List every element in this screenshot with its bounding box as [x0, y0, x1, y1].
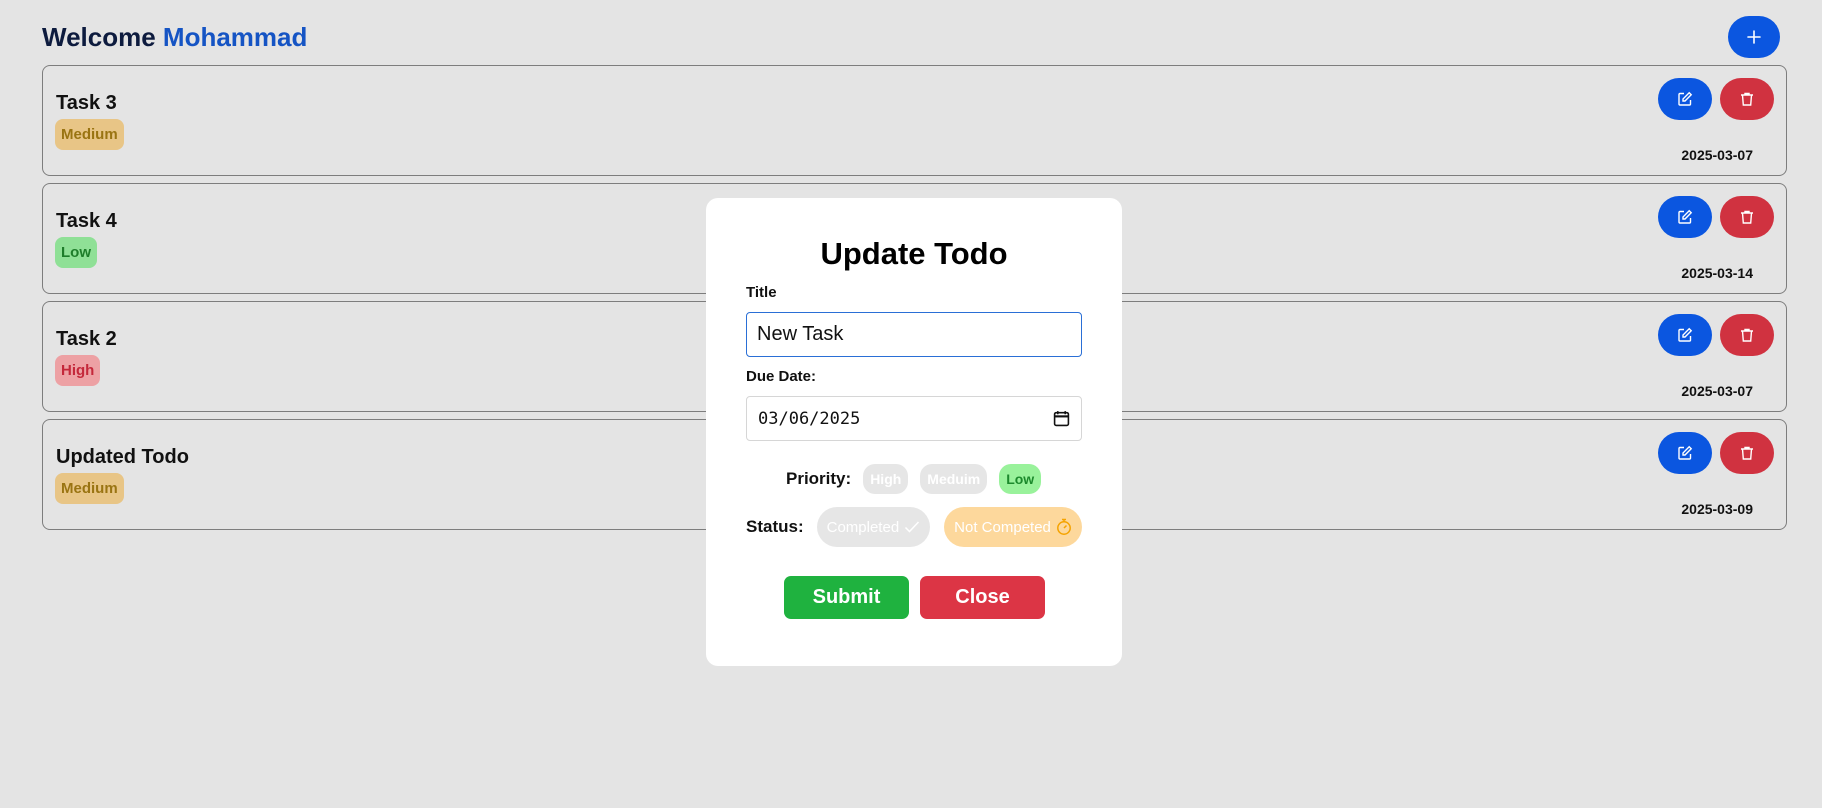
task-due-date: 2025-03-07: [1681, 383, 1753, 399]
priority-selector: Priority: High Meduim Low: [786, 464, 1053, 494]
task-title: Task 2: [56, 328, 117, 350]
priority-label: Priority:: [786, 469, 852, 488]
status-not-completed-text: Not Competed: [954, 518, 1051, 536]
priority-badge: Medium: [55, 119, 124, 150]
edit-icon: [1678, 445, 1693, 460]
task-actions: [1658, 432, 1774, 474]
edit-task-button[interactable]: [1658, 314, 1712, 356]
update-todo-modal: Update Todo Title Due Date: 03/06/2025 P…: [706, 198, 1122, 666]
priority-badge: Low: [55, 237, 97, 268]
close-button[interactable]: Close: [920, 576, 1045, 619]
task-due-date: 2025-03-09: [1681, 501, 1753, 517]
status-label: Status:: [746, 517, 804, 536]
welcome-text: Welcome: [42, 22, 156, 52]
task-actions: [1658, 314, 1774, 356]
check-icon: [905, 521, 920, 533]
add-task-button[interactable]: [1728, 16, 1780, 58]
edit-task-button[interactable]: [1658, 196, 1712, 238]
priority-low-option[interactable]: Low: [999, 464, 1042, 494]
welcome-heading: Welcome Mohammad: [42, 22, 307, 53]
due-date-value: 03/06/2025: [758, 408, 861, 429]
priority-badge: Medium: [55, 473, 124, 504]
delete-task-button[interactable]: [1720, 78, 1774, 120]
title-label: Title: [746, 284, 777, 301]
due-date-input[interactable]: 03/06/2025: [746, 396, 1082, 441]
submit-button[interactable]: Submit: [784, 576, 909, 619]
delete-task-button[interactable]: [1720, 196, 1774, 238]
title-input[interactable]: [746, 312, 1082, 357]
task-actions: [1658, 78, 1774, 120]
user-name: Mohammad: [162, 22, 308, 52]
modal-title: Update Todo: [820, 236, 1008, 271]
task-title: Task 4: [56, 210, 117, 232]
task-card: Task 3 Medium 2025-03-07: [42, 65, 1787, 176]
modal-actions: Submit Close: [784, 576, 1045, 619]
edit-icon: [1678, 91, 1693, 106]
priority-medium-option[interactable]: Meduim: [920, 464, 988, 494]
delete-task-button[interactable]: [1720, 314, 1774, 356]
delete-task-button[interactable]: [1720, 432, 1774, 474]
edit-task-button[interactable]: [1658, 78, 1712, 120]
status-not-completed-option[interactable]: Not Competed: [944, 507, 1082, 547]
edit-icon: [1678, 209, 1693, 224]
task-actions: [1658, 196, 1774, 238]
trash-icon: [1741, 328, 1753, 342]
edit-icon: [1678, 327, 1693, 342]
status-completed-option[interactable]: Completed: [816, 507, 931, 547]
trash-icon: [1741, 210, 1753, 224]
edit-task-button[interactable]: [1658, 432, 1712, 474]
due-date-label: Due Date:: [746, 368, 817, 385]
calendar-icon[interactable]: [1053, 410, 1070, 427]
task-title: Task 3: [56, 92, 117, 114]
stopwatch-icon: [1056, 518, 1071, 535]
trash-icon: [1741, 92, 1753, 106]
status-selector: Status: Completed Not Competed: [746, 507, 1082, 547]
task-title: Updated Todo: [56, 446, 189, 468]
task-due-date: 2025-03-14: [1681, 265, 1753, 281]
priority-badge: High: [55, 355, 101, 386]
trash-icon: [1741, 446, 1753, 460]
priority-high-option[interactable]: High: [863, 464, 909, 494]
plus-icon: [1747, 30, 1761, 44]
task-due-date: 2025-03-07: [1681, 147, 1753, 163]
status-completed-text: Completed: [826, 518, 900, 536]
